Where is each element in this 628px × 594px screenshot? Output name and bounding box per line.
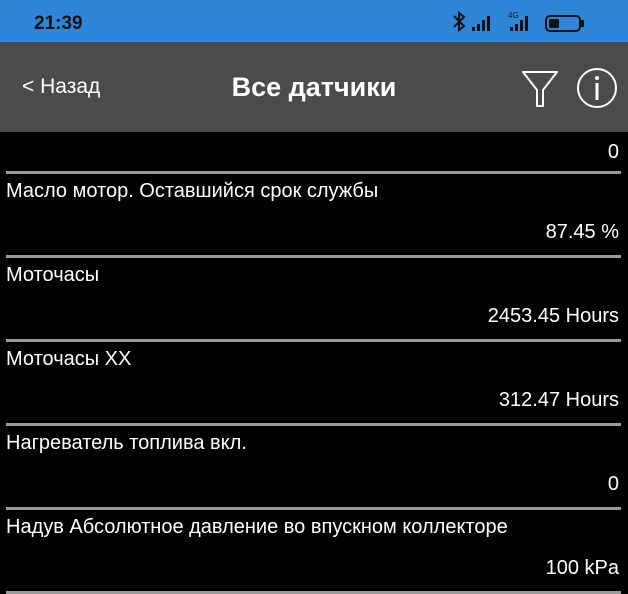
battery-icon [545, 15, 584, 32]
bluetooth-icon [453, 10, 466, 33]
status-icons: 4G [450, 10, 598, 34]
sensor-value: 0 [607, 473, 619, 495]
network-label: 4G [508, 11, 519, 20]
info-button[interactable] [576, 66, 618, 110]
status-time: 21:39 [34, 13, 83, 34]
signal-icon [472, 16, 490, 31]
sensor-name: Моточасы ХХ [6, 348, 132, 370]
sensor-value: 100 kPa [545, 557, 619, 579]
sensor-row[interactable]: Масло мотор. Оставшийся срок службы 87.4… [0, 174, 628, 258]
sensor-row[interactable]: Нагреватель топлива вкл. 0 [0, 426, 628, 510]
filter-button[interactable] [519, 66, 561, 110]
status-bar: 21:39 4G [0, 0, 628, 42]
sensor-value: 2453.45 Hours [487, 305, 619, 327]
sensor-value: 87.45 % [545, 221, 619, 243]
sensor-name: Нагреватель топлива вкл. [6, 432, 247, 454]
sensor-value: 312.47 Hours [498, 389, 619, 411]
sensor-row[interactable]: Моточасы ХХ 312.47 Hours [0, 342, 628, 426]
nav-bar: < Назад Все датчики [0, 42, 628, 132]
signal-4g-icon: 4G [508, 11, 528, 31]
page-title: Все датчики [231, 72, 397, 102]
sensor-row[interactable]: 0 [0, 132, 628, 174]
sensor-row[interactable]: Моточасы 2453.45 Hours [0, 258, 628, 342]
sensor-row[interactable]: Надув Абсолютное давление во впускном ко… [0, 510, 628, 594]
sensor-list: 0 Масло мотор. Оставшийся срок службы 87… [0, 132, 628, 594]
filter-icon [522, 71, 558, 107]
sensor-name: Масло мотор. Оставшийся срок службы [6, 180, 379, 202]
sensor-name: Моточасы [6, 264, 100, 286]
sensor-name: Надув Абсолютное давление во впускном ко… [6, 516, 508, 538]
info-icon [577, 68, 617, 108]
sensor-value: 0 [607, 141, 619, 163]
back-button[interactable]: < Назад [22, 75, 100, 99]
